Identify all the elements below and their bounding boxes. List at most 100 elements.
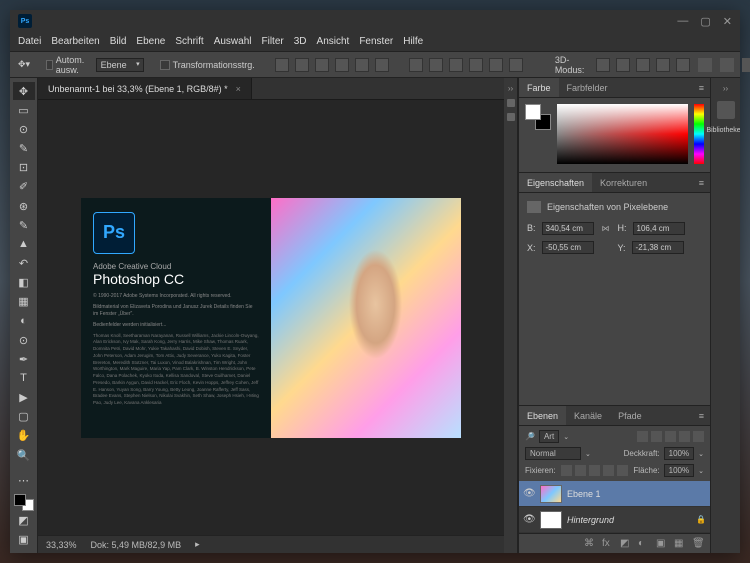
menu-layer[interactable]: Ebene: [136, 36, 165, 47]
marquee-tool[interactable]: ▭: [13, 101, 35, 119]
workspace-icon[interactable]: [720, 58, 734, 72]
dist-5-icon[interactable]: [489, 58, 503, 72]
color-panel-menu-icon[interactable]: ≡: [693, 83, 710, 93]
align-bottom-icon[interactable]: [315, 58, 329, 72]
document-tab[interactable]: Unbenannt-1 bei 33,3% (Ebene 1, RGB/8#) …: [38, 78, 252, 99]
3d-5-icon[interactable]: [676, 58, 690, 72]
lock-transparent-icon[interactable]: [561, 465, 572, 476]
filter-adjust-icon[interactable]: [651, 431, 662, 442]
tab-farbfelder[interactable]: Farbfelder: [559, 78, 616, 97]
share-icon[interactable]: [742, 58, 750, 72]
filter-shape-icon[interactable]: [679, 431, 690, 442]
link-layers-icon[interactable]: ⌘: [584, 538, 596, 550]
edit-toolbar[interactable]: ⋯: [13, 471, 35, 489]
move-tool[interactable]: ✥: [13, 82, 35, 100]
fill-field[interactable]: 100%: [664, 464, 694, 477]
gradient-tool[interactable]: ▦: [13, 293, 35, 311]
dist-2-icon[interactable]: [429, 58, 443, 72]
filter-smart-icon[interactable]: [693, 431, 704, 442]
layers-panel-menu-icon[interactable]: ≡: [693, 411, 710, 421]
layer-row[interactable]: 👁 Ebene 1: [519, 481, 710, 507]
menu-edit[interactable]: Bearbeiten: [51, 36, 99, 47]
zoom-tool[interactable]: 🔍: [13, 446, 35, 464]
delete-layer-icon[interactable]: 🗑: [692, 538, 704, 550]
dist-4-icon[interactable]: [469, 58, 483, 72]
y-field[interactable]: -21,38 cm: [632, 241, 684, 254]
color-swatches[interactable]: [525, 104, 551, 130]
lasso-tool[interactable]: ⊙: [13, 120, 35, 138]
type-tool[interactable]: T: [13, 369, 35, 387]
align-hcenter-icon[interactable]: [355, 58, 369, 72]
align-vcenter-icon[interactable]: [295, 58, 309, 72]
tab-pfade[interactable]: Pfade: [610, 406, 650, 425]
align-left-icon[interactable]: [335, 58, 349, 72]
auto-select-target-dropdown[interactable]: Ebene: [96, 58, 144, 72]
layer-mask-icon[interactable]: ◩: [620, 538, 632, 550]
crop-tool[interactable]: ⊡: [13, 159, 35, 177]
layer-row[interactable]: 👁 Hintergrund 🔒: [519, 507, 710, 533]
collapsed-icon-1[interactable]: [507, 99, 515, 107]
zoom-level[interactable]: 33,33%: [46, 540, 77, 550]
lock-artboard-icon[interactable]: [603, 465, 614, 476]
menu-view[interactable]: Ansicht: [317, 36, 350, 47]
quick-select-tool[interactable]: ✎: [13, 139, 35, 157]
tab-eigenschaften[interactable]: Eigenschaften: [519, 173, 592, 192]
menu-window[interactable]: Fenster: [359, 36, 393, 47]
layer-name[interactable]: Ebene 1: [567, 489, 601, 499]
menu-help[interactable]: Hilfe: [403, 36, 423, 47]
brush-tool[interactable]: ✎: [13, 216, 35, 234]
path-select-tool[interactable]: ▶: [13, 389, 35, 407]
kind-filter-icon[interactable]: 🔎: [525, 432, 535, 441]
eyedropper-tool[interactable]: ✐: [13, 178, 35, 196]
doc-size[interactable]: Dok: 5,49 MB/82,9 MB: [91, 540, 182, 550]
align-top-icon[interactable]: [275, 58, 289, 72]
filter-pixel-icon[interactable]: [637, 431, 648, 442]
maximize-button[interactable]: ▢: [700, 15, 710, 28]
props-panel-menu-icon[interactable]: ≡: [693, 178, 710, 188]
collapsed-icon-2[interactable]: [507, 113, 515, 121]
close-tab-icon[interactable]: ×: [236, 84, 241, 94]
menu-type[interactable]: Schrift: [175, 36, 203, 47]
menu-filter[interactable]: Filter: [262, 36, 284, 47]
blur-tool[interactable]: ◐: [13, 312, 35, 330]
dist-3-icon[interactable]: [449, 58, 463, 72]
layer-name[interactable]: Hintergrund: [567, 515, 614, 525]
3d-3-icon[interactable]: [636, 58, 650, 72]
healing-tool[interactable]: ⊛: [13, 197, 35, 215]
tab-ebenen[interactable]: Ebenen: [519, 406, 566, 425]
3d-4-icon[interactable]: [656, 58, 670, 72]
search-icon[interactable]: [698, 58, 712, 72]
new-layer-icon[interactable]: ▦: [674, 538, 686, 550]
expand-strip-icon[interactable]: ››: [508, 84, 513, 93]
lock-position-icon[interactable]: [589, 465, 600, 476]
stamp-tool[interactable]: ▲: [13, 235, 35, 253]
tab-kanaele[interactable]: Kanäle: [566, 406, 610, 425]
align-right-icon[interactable]: [375, 58, 389, 72]
tab-farbe[interactable]: Farbe: [519, 78, 559, 97]
link-wh-icon[interactable]: ⋈: [600, 221, 612, 235]
tab-korrekturen[interactable]: Korrekturen: [592, 173, 655, 192]
eraser-tool[interactable]: ◧: [13, 274, 35, 292]
close-button[interactable]: ✕: [723, 15, 732, 28]
history-brush-tool[interactable]: ↶: [13, 254, 35, 272]
collapse-strip-icon[interactable]: ››: [723, 84, 728, 93]
rectangle-tool[interactable]: ▢: [13, 408, 35, 426]
filter-type-icon[interactable]: [665, 431, 676, 442]
menu-image[interactable]: Bild: [110, 36, 127, 47]
width-field[interactable]: 340,54 cm: [542, 222, 594, 235]
lock-icon[interactable]: 🔒: [696, 515, 706, 524]
dodge-tool[interactable]: ⊙: [13, 331, 35, 349]
3d-1-icon[interactable]: [596, 58, 610, 72]
libraries-label[interactable]: Bibliotheken: [706, 127, 740, 134]
menu-file[interactable]: Datei: [18, 36, 41, 47]
lock-all-icon[interactable]: [617, 465, 628, 476]
move-tool-icon[interactable]: ✥▾: [18, 59, 30, 70]
quick-mask-tool[interactable]: ◩: [13, 512, 35, 530]
height-field[interactable]: 106,4 cm: [633, 222, 685, 235]
color-picker[interactable]: [557, 104, 688, 164]
pen-tool[interactable]: ✒: [13, 350, 35, 368]
layer-style-icon[interactable]: fx: [602, 538, 614, 550]
minimize-button[interactable]: —: [677, 15, 688, 28]
blend-mode-dropdown[interactable]: Normal: [525, 447, 581, 460]
libraries-icon[interactable]: [717, 101, 735, 119]
